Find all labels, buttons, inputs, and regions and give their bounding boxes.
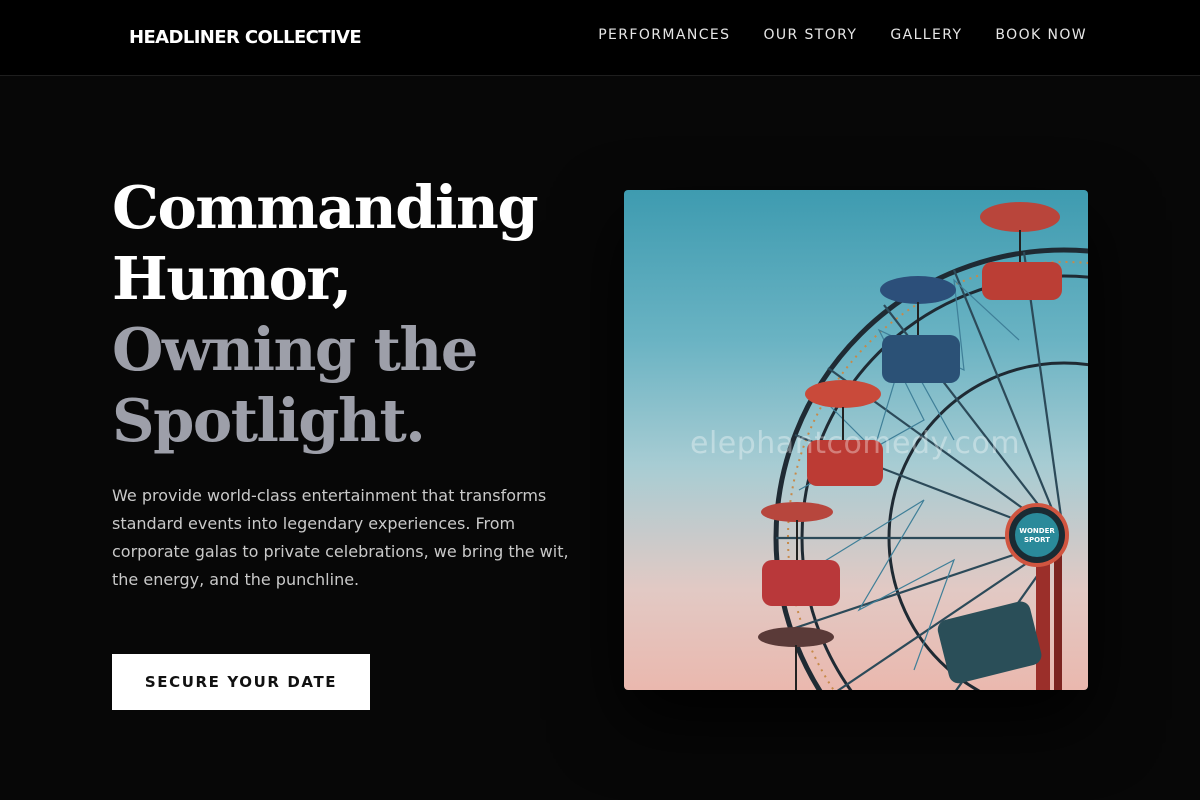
nav-link-gallery[interactable]: GALLERY <box>890 27 962 43</box>
brand-logo[interactable]: HEADLINER COLLECTIVE <box>129 27 362 48</box>
hero-title-line-4: Spotlight. <box>112 386 426 455</box>
hero-title-line-2: Humor, <box>112 244 352 313</box>
hero-title-line-3: Owning the <box>112 315 478 384</box>
secure-your-date-button[interactable]: SECURE YOUR DATE <box>112 654 370 710</box>
nav-link-book-now[interactable]: BOOK NOW <box>995 27 1087 43</box>
image-watermark: elephantcomedy.com <box>690 426 1021 461</box>
wheel-sign-text: WONDER <box>1019 527 1055 535</box>
site-header: HEADLINER COLLECTIVE PERFORMANCES OUR ST… <box>0 0 1200 76</box>
svg-text:SPORT: SPORT <box>1024 536 1050 544</box>
hero-title-line-1: Commanding <box>112 173 539 242</box>
hero-image-ferris-wheel: WONDER SPORT elephantcomedy.com <box>624 190 1088 690</box>
main-nav: PERFORMANCES OUR STORY GALLERY BOOK NOW <box>598 27 1087 43</box>
hero-title: Commanding Humor, Owning the Spotlight. <box>112 172 539 456</box>
nav-link-our-story[interactable]: OUR STORY <box>763 27 857 43</box>
nav-link-performances[interactable]: PERFORMANCES <box>598 27 730 43</box>
hero-description: We provide world-class entertainment tha… <box>112 486 569 589</box>
